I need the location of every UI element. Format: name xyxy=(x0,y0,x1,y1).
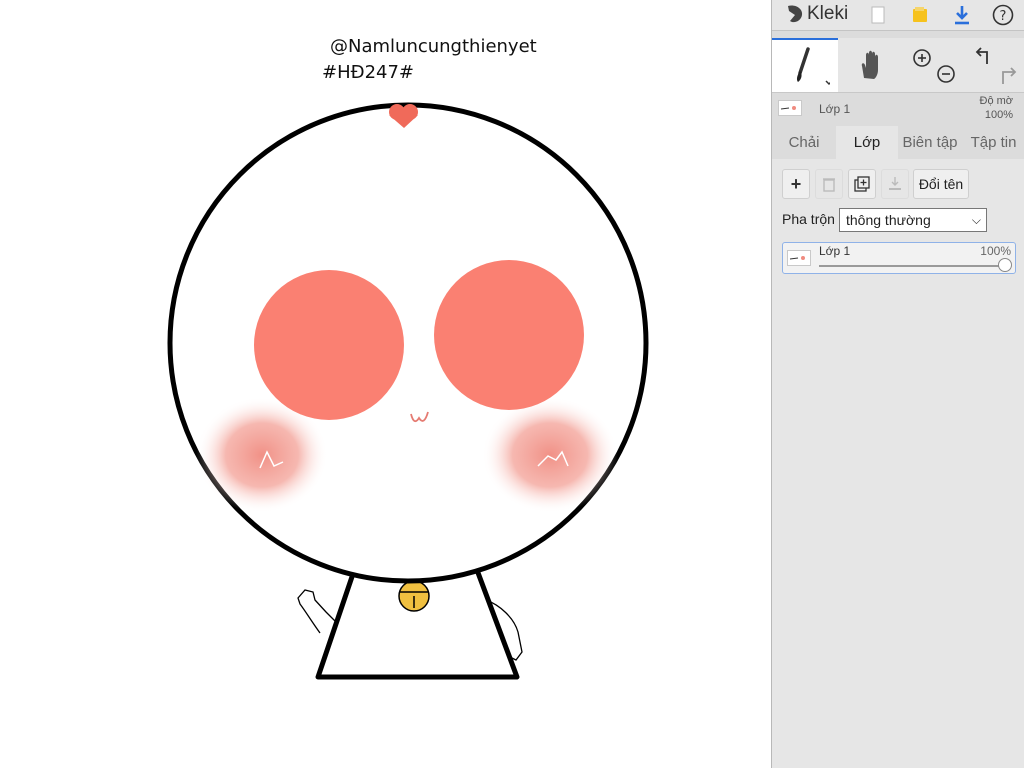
layer-list-item[interactable]: Lớp 1 100% xyxy=(782,242,1016,274)
blend-mode-label: Pha trộn xyxy=(782,211,835,227)
right-cheek xyxy=(482,397,618,513)
top-bar: Kleki ? xyxy=(772,0,1024,31)
layer-preview-name: Lớp 1 xyxy=(819,102,851,116)
brush-tool-button[interactable] xyxy=(772,38,838,92)
zoom-in-icon xyxy=(913,49,931,67)
layer-preview-row: Lớp 1 Độ mờ 100% xyxy=(772,94,1024,124)
delete-layer-button[interactable] xyxy=(815,169,843,199)
opacity-value: 100% xyxy=(984,109,1013,121)
new-image-icon xyxy=(871,6,885,24)
left-eye xyxy=(254,270,404,420)
new-image-button[interactable] xyxy=(866,3,890,27)
opacity-slider-track[interactable] xyxy=(819,265,1005,267)
opacity-slider-handle[interactable] xyxy=(998,258,1012,272)
open-folder-icon xyxy=(913,7,927,22)
tab-layers[interactable]: Lớp xyxy=(836,126,898,159)
brush-tool-icon xyxy=(796,47,830,86)
rename-layer-button[interactable]: Đổi tên xyxy=(913,169,969,199)
undo-redo-buttons xyxy=(964,38,1024,92)
right-eye xyxy=(434,260,584,410)
tab-brush[interactable]: Chải xyxy=(772,126,836,159)
kleki-logo-icon xyxy=(788,5,803,23)
blend-mode-value: thông thường xyxy=(846,212,931,228)
download-button[interactable] xyxy=(950,3,974,27)
tool-row xyxy=(772,38,1024,93)
layers-panel: + Đổi tên Pha trộn thông thường ⌵ Lớp 1 … xyxy=(772,159,1024,768)
hand-tool-button[interactable] xyxy=(838,38,904,92)
open-file-button[interactable] xyxy=(908,3,932,27)
trash-icon xyxy=(823,178,835,192)
sidebar: Kleki ? Lớp 1 Độ mờ 100% Chải Lớp Biên t… xyxy=(771,0,1024,768)
help-icon: ? xyxy=(992,4,1014,26)
tab-file[interactable]: Tập tin xyxy=(962,126,1024,159)
hand-tool-icon xyxy=(861,50,878,79)
zoom-buttons xyxy=(904,38,964,92)
layer-name: Lớp 1 xyxy=(819,244,851,258)
panel-tabs: Chải Lớp Biên tập Tập tin xyxy=(772,126,1024,159)
layer-opacity: 100% xyxy=(980,244,1011,258)
drawing-canvas[interactable]: @Namluncungthienyet #HĐ247# xyxy=(0,0,771,768)
plus-icon: + xyxy=(790,174,802,194)
add-layer-button[interactable]: + xyxy=(782,169,810,199)
help-button[interactable]: ? xyxy=(991,3,1015,27)
zoom-out-icon xyxy=(937,65,955,83)
app-logo[interactable]: Kleki xyxy=(784,3,848,25)
layer-thumbnail xyxy=(787,250,811,266)
duplicate-layer-button[interactable] xyxy=(848,169,876,199)
drawing-illustration xyxy=(167,102,649,680)
tab-edit[interactable]: Biên tập xyxy=(898,126,962,159)
duplicate-icon xyxy=(854,176,870,192)
svg-text:?: ? xyxy=(1000,9,1007,24)
app-name: Kleki xyxy=(807,3,849,24)
merge-down-icon xyxy=(889,177,901,190)
opacity-label: Độ mờ xyxy=(979,95,1014,107)
signature-username: @Namluncungthienyet xyxy=(330,36,537,57)
undo-icon xyxy=(975,47,988,64)
merge-down-button[interactable] xyxy=(881,169,909,199)
layer-thumbnail xyxy=(778,100,802,116)
signature-hashtag: #HĐ247# xyxy=(322,62,415,83)
redo-icon xyxy=(1001,67,1016,84)
download-icon xyxy=(955,6,969,25)
chevron-down-icon: ⌵ xyxy=(971,213,981,227)
blend-mode-select[interactable]: thông thường ⌵ xyxy=(839,208,987,232)
